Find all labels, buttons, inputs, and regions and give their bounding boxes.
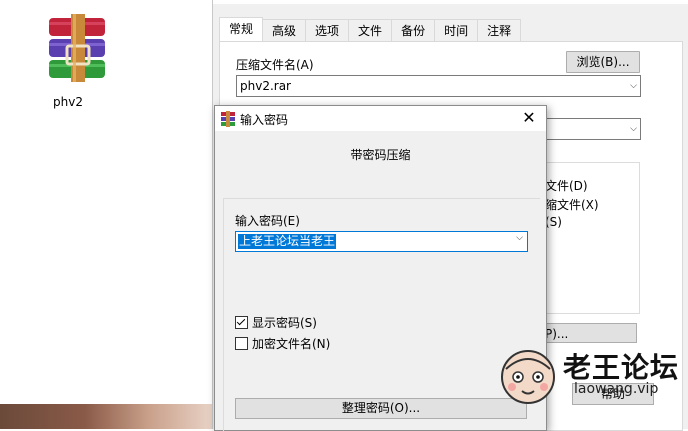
password-input[interactable]: 上老王论坛当老王 ⌵ (235, 231, 528, 252)
checkbox-checked-icon[interactable] (235, 316, 248, 329)
tab-general[interactable]: 常规 (219, 17, 264, 42)
checkbox-unchecked-icon[interactable] (235, 337, 248, 350)
tab-options[interactable]: 选项 (305, 19, 350, 42)
dialog-titlebar: 输入密码 ✕ (215, 106, 546, 131)
tab-strip: 常规 高级 选项 文件 备份 时间 注释 (219, 17, 522, 42)
chevron-down-icon[interactable]: ⌵ (630, 119, 637, 139)
chevron-down-icon[interactable]: ⌵ (630, 76, 637, 96)
tab-time[interactable]: 时间 (434, 19, 479, 42)
enter-password-label: 输入密码(E) (235, 214, 300, 228)
organize-passwords-button[interactable]: 整理密码(O)... (235, 398, 527, 419)
watermark-url: laowang.vip (574, 381, 659, 397)
archive-name-label: 压缩文件名(A) (236, 58, 314, 72)
close-icon[interactable]: ✕ (520, 109, 538, 127)
archive-name-combobox[interactable]: phv2.rar ⌵ (236, 75, 641, 97)
encrypt-filenames-checkbox[interactable]: 加密文件名(N) (235, 335, 330, 352)
watermark-mascot-icon (501, 350, 555, 404)
winrar-archive-file-icon[interactable]: phv2 (18, 14, 118, 109)
tab-backup[interactable]: 备份 (391, 19, 436, 42)
dialog-heading: 带密码压缩 (350, 148, 411, 162)
tab-comment[interactable]: 注释 (477, 19, 522, 42)
option-sfx-archive[interactable]: 缩文件(X) (545, 196, 599, 213)
encrypt-filenames-label: 加密文件名(N) (252, 337, 331, 351)
browse-button[interactable]: 浏览(B)... (566, 51, 640, 73)
desktop-wallpaper-strip (0, 404, 212, 429)
watermark-title: 老王论坛 (563, 351, 680, 384)
tab-advanced[interactable]: 高级 (262, 19, 307, 42)
winrar-icon (221, 111, 235, 127)
option-solid[interactable]: (S) (545, 215, 562, 229)
option-delete-files[interactable]: 文件(D) (545, 177, 588, 194)
password-value: 上老王论坛当老王 (238, 234, 337, 249)
show-password-label: 显示密码(S) (252, 316, 317, 330)
title-strip (213, 0, 688, 4)
chevron-down-icon[interactable]: ⌵ (516, 233, 523, 243)
winrar-books-icon (49, 14, 105, 82)
archive-name-value: phv2.rar (240, 79, 291, 93)
desktop-icon-label: phv2 (53, 95, 83, 109)
dialog-title: 输入密码 (240, 113, 289, 127)
tab-files[interactable]: 文件 (348, 19, 393, 42)
show-password-checkbox[interactable]: 显示密码(S) (235, 314, 317, 331)
desktop: phv2 (0, 0, 212, 429)
